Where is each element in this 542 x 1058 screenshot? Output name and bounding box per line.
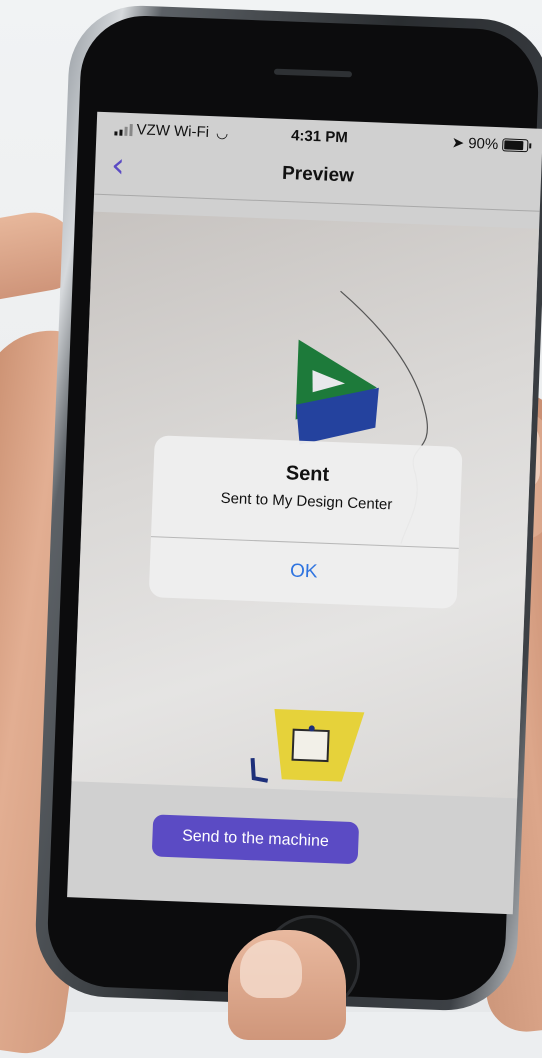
send-to-machine-button[interactable]: Send to the machine [151, 814, 360, 865]
page-title: Preview [281, 162, 355, 187]
status-right: ➤ 90% [451, 133, 529, 154]
battery-icon [502, 137, 529, 152]
thumb-nail [240, 940, 302, 998]
sent-alert-dialog: Sent Sent to My Design Center OK [148, 435, 463, 609]
phone-screen: VZW Wi-Fi ◡ 4:31 PM ➤ 90% ‹ Preview Sent… [67, 111, 542, 915]
alert-message: Sent to My Design Center [220, 489, 393, 514]
battery-percent: 90% [467, 134, 499, 153]
location-arrow-icon: ➤ [451, 134, 465, 152]
alert-ok-button[interactable]: OK [149, 536, 459, 608]
